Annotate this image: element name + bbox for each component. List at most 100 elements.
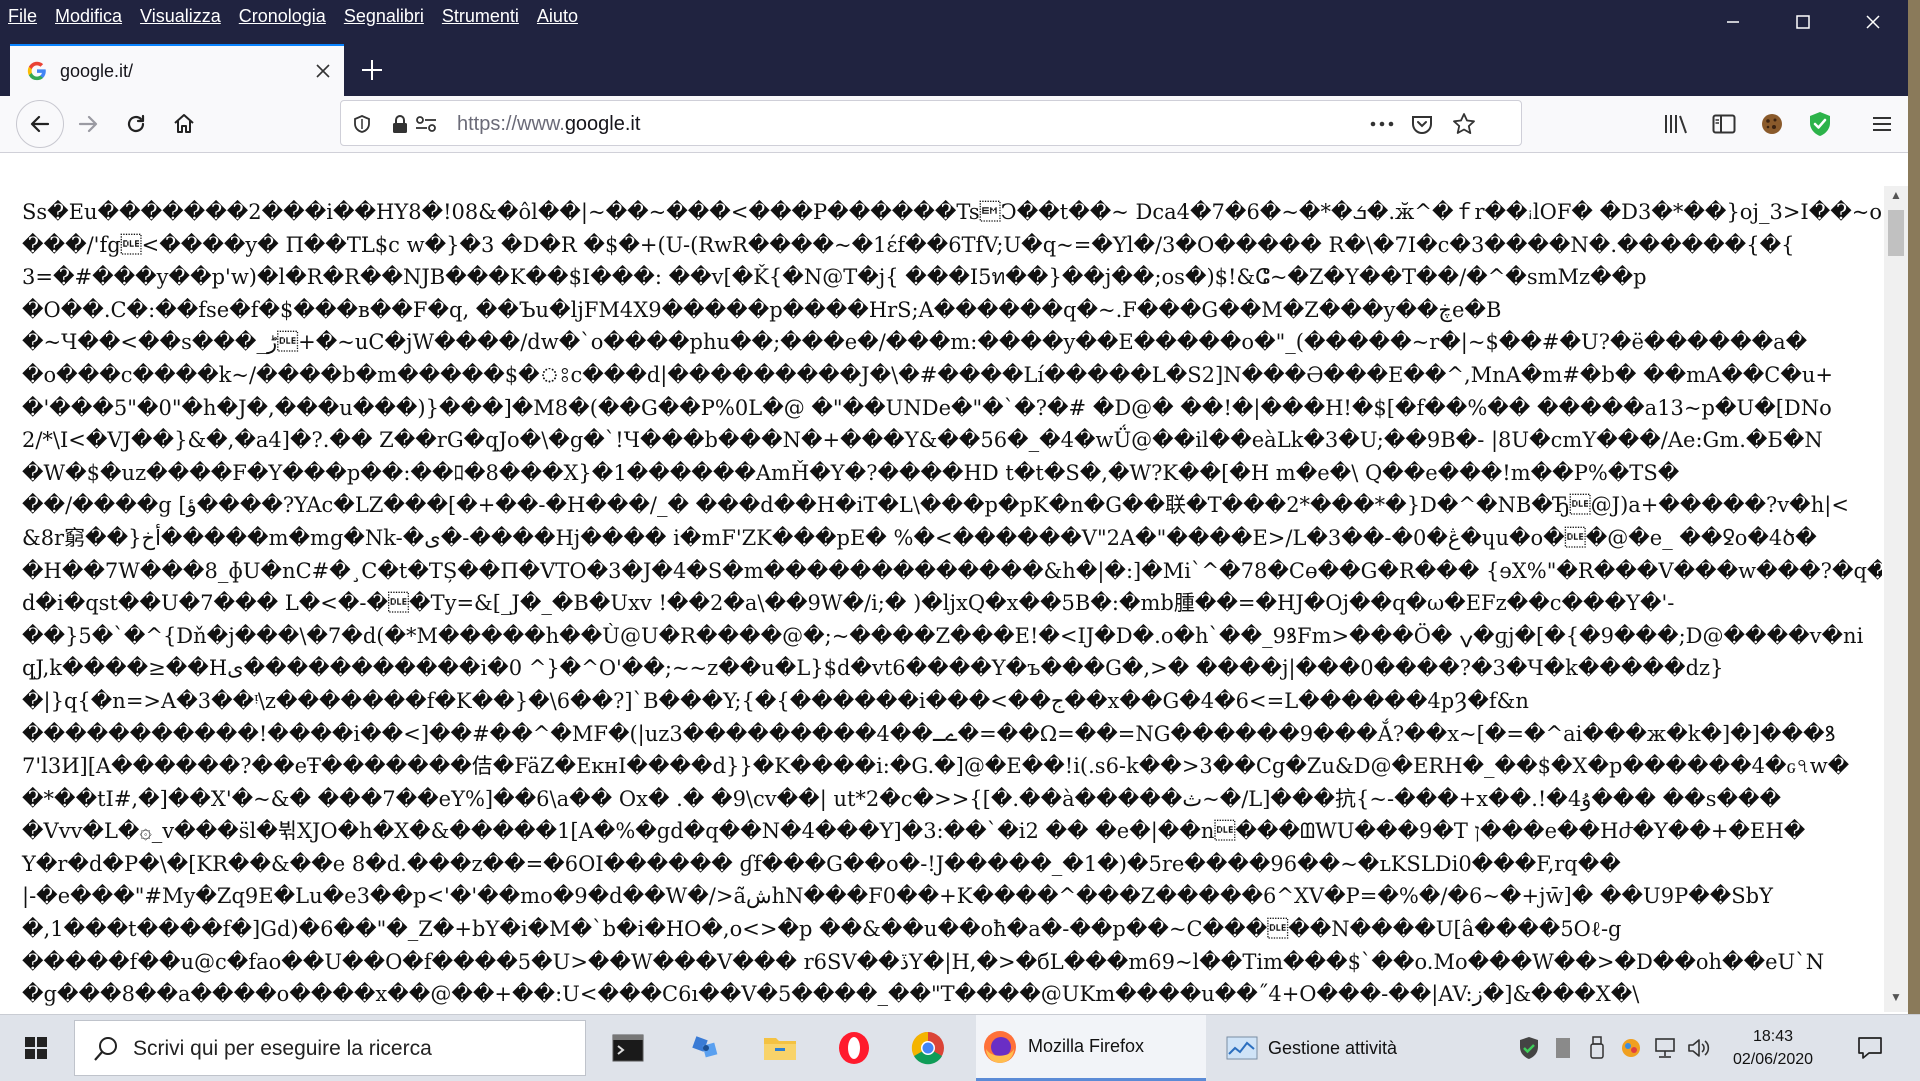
bookmark-star-icon[interactable] — [1451, 111, 1477, 137]
start-button[interactable] — [0, 1015, 72, 1081]
content-line: �*��tI#,�]��X'�~&� ���7��eY%]��6\a�� Ox�… — [22, 786, 1782, 811]
color-app-icon[interactable] — [1614, 1037, 1648, 1059]
url-scheme: https://www. — [457, 113, 565, 135]
menu-file[interactable]: File — [8, 6, 37, 27]
defender-shield-icon[interactable] — [1512, 1036, 1546, 1060]
close-icon — [1866, 15, 1880, 29]
page-actions-menu-icon[interactable] — [1369, 111, 1395, 137]
chrome-icon[interactable] — [900, 1020, 956, 1076]
pocket-icon[interactable] — [1409, 111, 1435, 137]
system-clock[interactable]: 18:43 02/06/2020 — [1728, 1025, 1818, 1071]
content-line: qJ,k����≥��Hى�����������i�0 ^}�^O'��;~~z… — [22, 656, 1724, 681]
opera-icon[interactable] — [826, 1020, 882, 1076]
scroll-up-arrow-icon[interactable]: ▲ — [1884, 188, 1908, 208]
arrow-right-icon — [78, 115, 98, 133]
maximize-button[interactable] — [1768, 0, 1838, 44]
file-explorer-icon[interactable] — [752, 1020, 808, 1076]
maximize-icon — [1796, 15, 1810, 29]
content-line: �,1���t����f�]Gd)�6��"�_Z�+bY�i�M�`b�i�H… — [22, 917, 1622, 942]
reload-icon — [127, 114, 145, 133]
network-icon[interactable] — [1648, 1037, 1682, 1059]
menu-segnalibri[interactable]: Segnalibri — [344, 6, 424, 27]
content-line: �����f��u@c�fao��U��O�f����5�U>��W���V��… — [22, 949, 1825, 974]
vertical-scrollbar[interactable]: ▲ ▼ — [1884, 186, 1908, 1012]
content-line: &8r窮��}أخ�����m�mg�Nk-�ى�-����Hj���� i�m… — [22, 525, 1817, 550]
windows-taskbar: Scrivi qui per eseguire la ricerca Mozil… — [0, 1014, 1920, 1081]
forward-button[interactable] — [66, 102, 110, 146]
plus-icon — [362, 60, 382, 80]
google-favicon-icon — [27, 61, 46, 81]
network-app-icon[interactable] — [678, 1020, 734, 1076]
page-content: Ss�Eu�������2���i��HY8�!08&�ôl��|~��~���… — [10, 186, 1882, 1012]
content-line: �|}q{�n=>A�3��ᵎ\z�������f�K��}�\6��?]`B�… — [22, 688, 1529, 713]
content-line: 7'l3И][A������?��eŦ�������佶�FäZ�EĸнI����… — [22, 754, 1850, 779]
tab-close-button[interactable] — [308, 58, 338, 84]
tab-google[interactable]: google.it/ — [10, 44, 344, 96]
taskbar-app-label: Mozilla Firefox — [1028, 1036, 1145, 1056]
content-line: 3=�#���y��p'w)�l�R�R��NJB���K��$I���: ��… — [22, 265, 1647, 290]
taskbar-firefox[interactable]: Mozilla Firefox — [976, 1015, 1206, 1081]
scrollbar-thumb[interactable] — [1888, 210, 1904, 256]
taskbar-search-box[interactable]: Scrivi qui per eseguire la ricerca — [74, 1020, 586, 1076]
content-line: �~Ч��<��s���_ڑ+�~uC�jW����/dw�`o����phu… — [22, 330, 1808, 355]
browser-window: File Modifica Visualizza Cronologia Segn… — [0, 0, 1908, 1014]
usb-device-icon[interactable] — [1580, 1036, 1614, 1060]
hamburger-menu-icon[interactable] — [1866, 108, 1898, 140]
garbled-text-block: Ss�Eu�������2���i��HY8�!08&�ôl��|~��~���… — [10, 186, 1882, 1011]
content-line: ���/'fg<����y� Π��TL$c w�}�3 �D�R �$�+(… — [22, 232, 1795, 257]
navigation-toolbar: https://www.google.it — [0, 96, 1908, 153]
home-icon — [174, 114, 194, 133]
scroll-down-arrow-icon[interactable]: ▼ — [1884, 990, 1908, 1010]
volume-icon[interactable] — [1682, 1037, 1716, 1059]
search-icon — [94, 1037, 117, 1061]
content-line: Y�r�d�P�\�[KR��&��e 8�d.���z��=�6OI�����… — [22, 851, 1621, 876]
content-line: Ss�Eu�������2���i��HY8�!08&�ôl��|~��~���… — [22, 200, 1882, 224]
sidebar-icon[interactable] — [1708, 108, 1740, 140]
home-button[interactable] — [162, 102, 206, 146]
new-tab-button[interactable] — [352, 50, 392, 90]
window-controls — [1698, 0, 1908, 44]
terminal-app-icon[interactable] — [600, 1020, 656, 1076]
title-bar: File Modifica Visualizza Cronologia Segn… — [0, 0, 1908, 96]
content-line: �H��7W���8_ɸU�nC#�¸C�t�TȘ��Π�VTO�3�J�4�S… — [22, 558, 1882, 583]
taskbar-task-manager[interactable]: Gestione attività — [1216, 1015, 1446, 1081]
cookie-extension-icon[interactable] — [1756, 108, 1788, 140]
library-icon[interactable] — [1660, 108, 1692, 140]
content-line: d�i�qst��U�7��� L�<�-��Ty=&[_J�_�B�Uxv … — [22, 591, 1675, 616]
permissions-icon[interactable] — [413, 111, 439, 137]
content-line: �Vvv�L�۞_v���s̈l�뷖XJO�h�X�&�����1[A�%�gd… — [22, 819, 1806, 844]
menu-visualizza[interactable]: Visualizza — [140, 6, 221, 27]
content-line: �O��.C�:��fse�f�$���в��F�q, ��Ъu�ljFM4X9… — [22, 297, 1502, 322]
back-button[interactable] — [16, 100, 64, 148]
content-line: 2/*\I<�VJ��}&�,�a4]�?.�� Z��rG�qJo�\�g�`… — [22, 428, 1823, 453]
content-line: �'���5"�0"�h�J�,���u���)}���]�M8�(��G��P… — [22, 395, 1832, 420]
menu-strumenti[interactable]: Strumenti — [442, 6, 519, 27]
adblock-shield-icon[interactable] — [1804, 108, 1836, 140]
menu-cronologia[interactable]: Cronologia — [239, 6, 326, 27]
windows-logo-icon — [25, 1037, 47, 1059]
menu-bar: File Modifica Visualizza Cronologia Segn… — [8, 0, 596, 32]
content-line: �g���8��a����o����x��@��+��:U<���C6ı��V�… — [22, 982, 1640, 1007]
minimize-button[interactable] — [1698, 0, 1768, 44]
url-text[interactable]: https://www.google.it — [457, 113, 640, 136]
content-line: �o���c����k~/����b�m�����$�ঃc���d|������… — [22, 362, 1834, 387]
search-placeholder: Scrivi qui per eseguire la ricerca — [133, 1037, 432, 1060]
taskbar-app-label: Gestione attività — [1268, 1037, 1398, 1058]
close-window-button[interactable] — [1838, 0, 1908, 44]
arrow-left-icon — [30, 115, 50, 133]
content-line: �W�$�uz����F�Y���p��:��ﾛ�8���X}�1������A… — [22, 460, 1680, 485]
minimize-icon — [1727, 21, 1739, 23]
notifications-button[interactable] — [1842, 1020, 1898, 1076]
url-host: google.it — [564, 113, 641, 135]
notification-center-icon — [1858, 1037, 1882, 1059]
url-bar[interactable]: https://www.google.it — [340, 100, 1522, 146]
tracking-shield-icon[interactable] — [349, 111, 375, 137]
menu-modifica[interactable]: Modifica — [55, 6, 122, 27]
tab-title: google.it/ — [60, 60, 134, 81]
content-line: �����������!����i��<]��#��^�MF�(|uz3����… — [22, 721, 1836, 746]
lock-icon[interactable] — [387, 111, 413, 137]
content-line: ��/����g [ؤ����?YAc�LZ���[�+��-�H���/_� … — [22, 493, 1849, 518]
menu-aiuto[interactable]: Aiuto — [537, 6, 578, 27]
tray-app-icon[interactable] — [1546, 1037, 1580, 1059]
reload-button[interactable] — [114, 102, 158, 146]
